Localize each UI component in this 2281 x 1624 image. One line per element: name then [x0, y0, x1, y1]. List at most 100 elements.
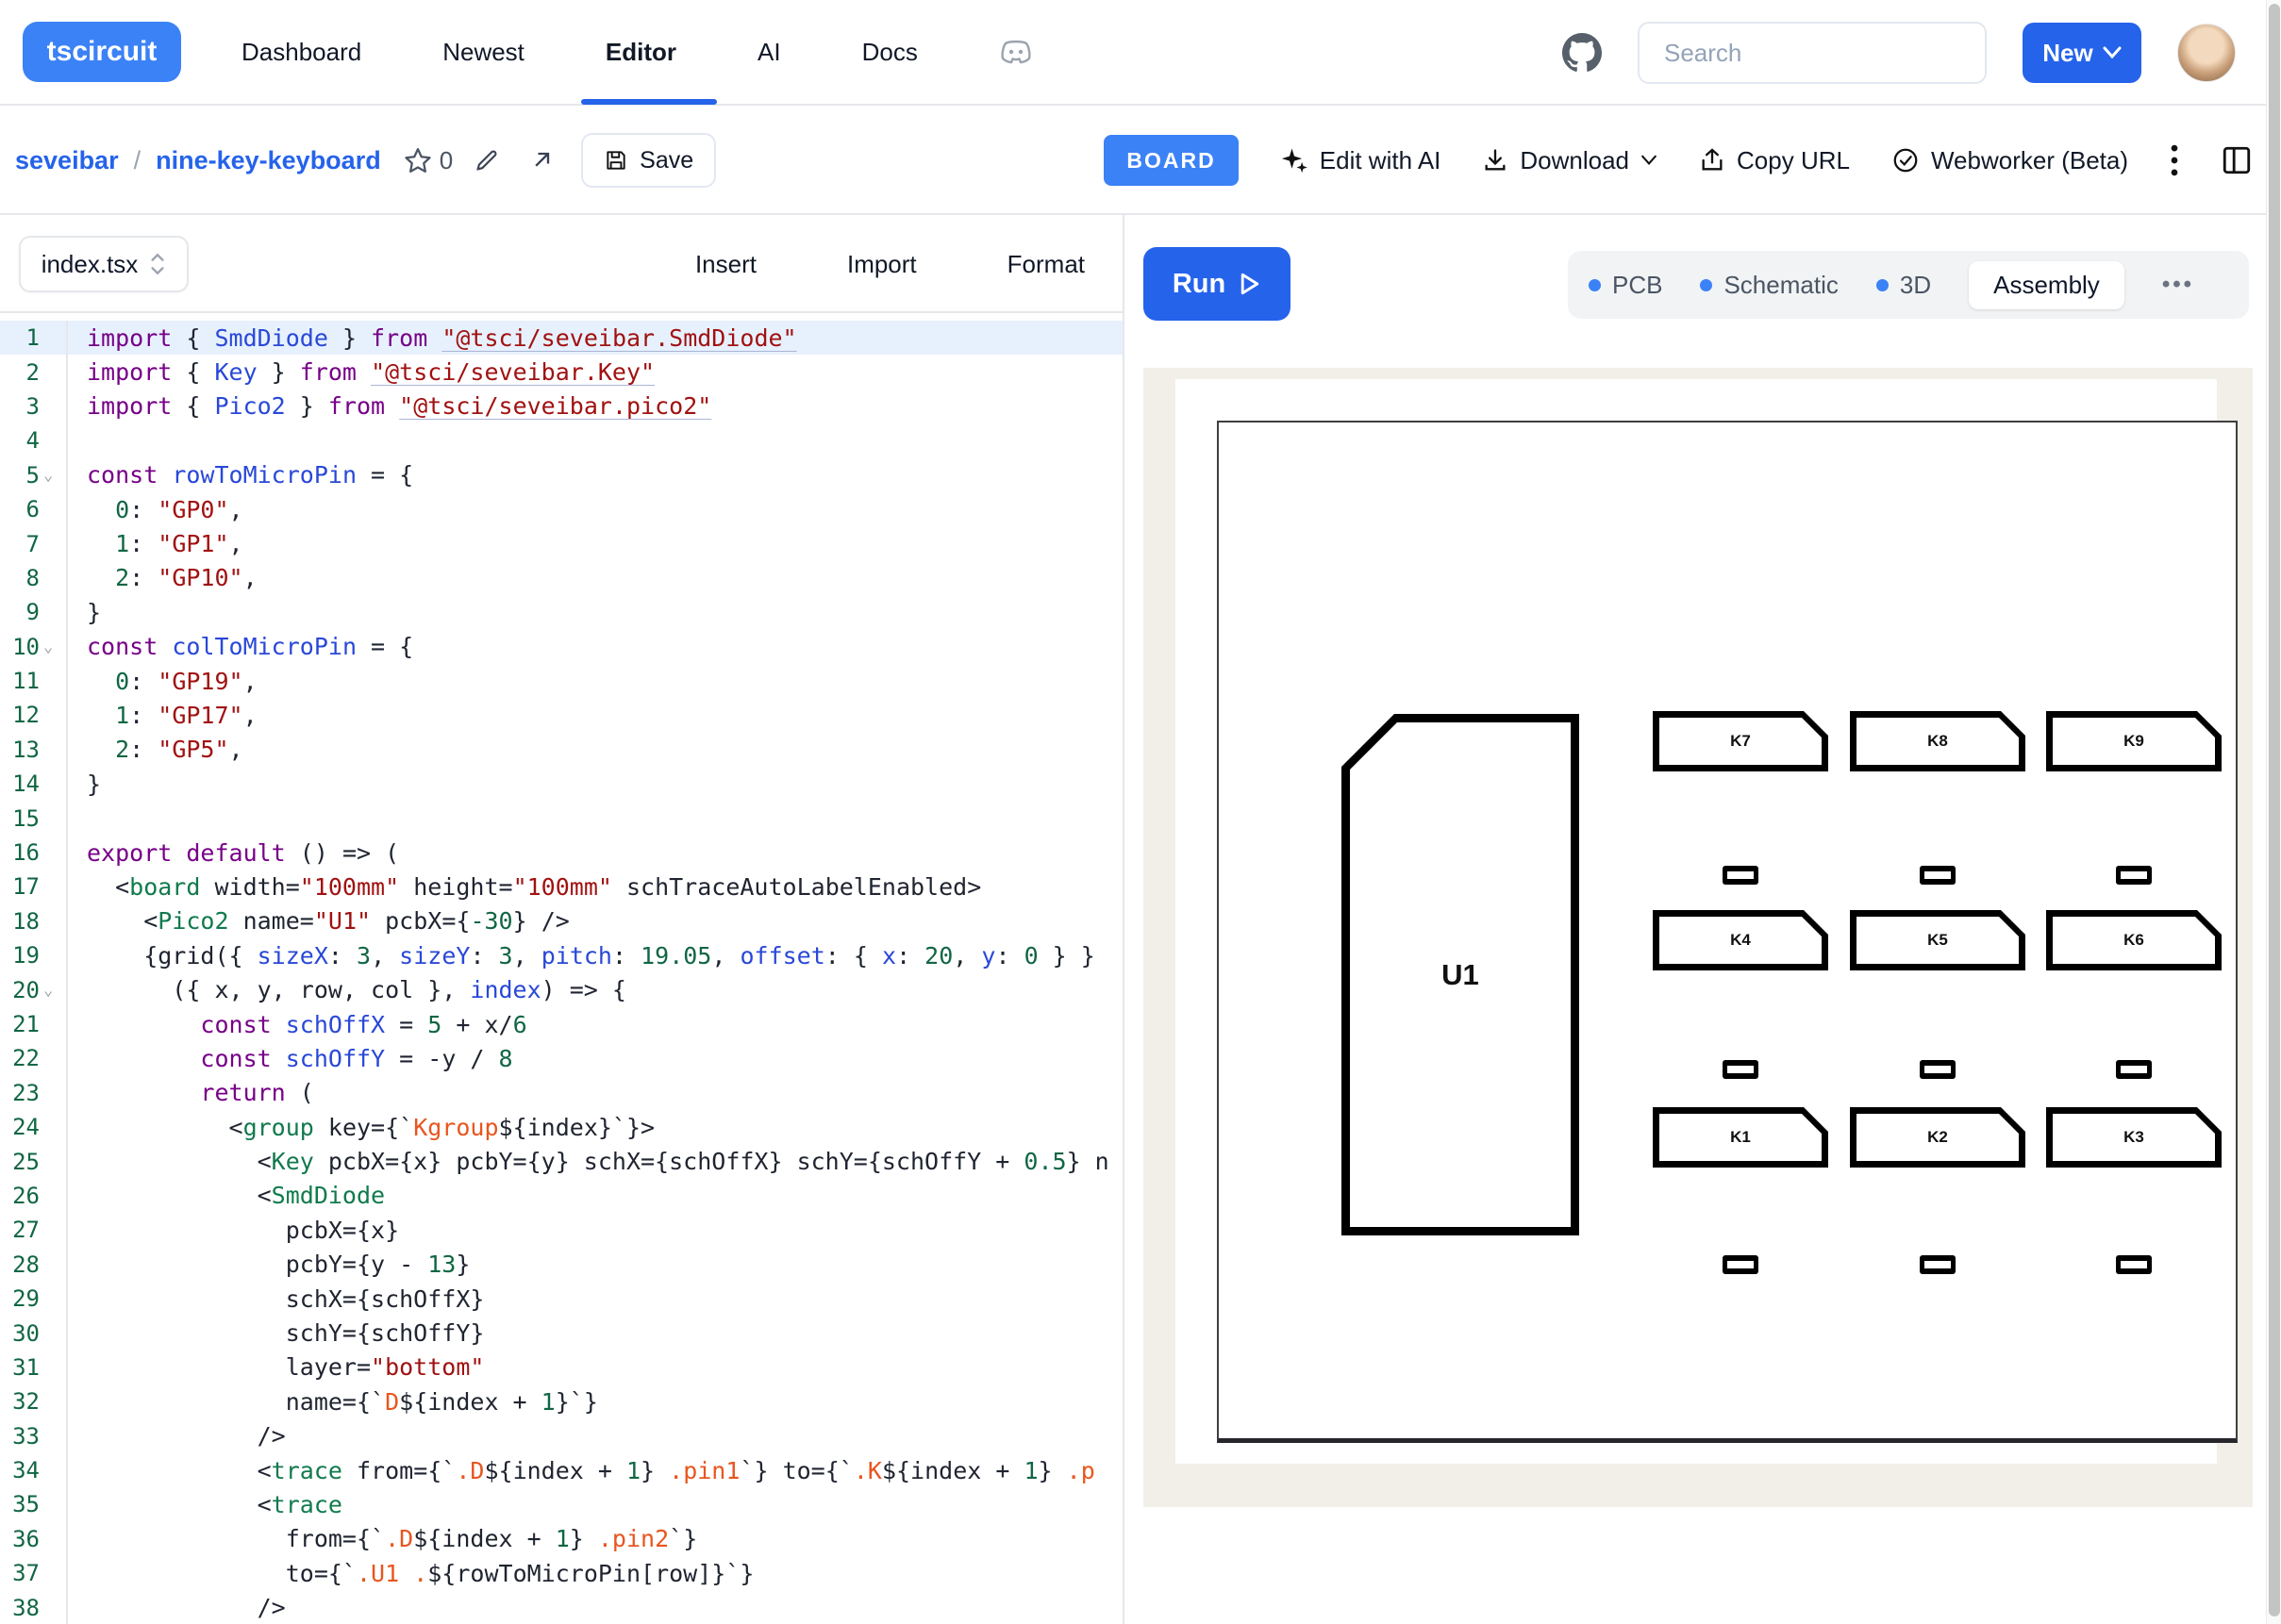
smd-diode[interactable] — [2116, 1255, 2152, 1274]
code-line-30[interactable]: 30 schY={schOffY} — [0, 1316, 1123, 1350]
code-line-31[interactable]: 31 layer="bottom" — [0, 1351, 1123, 1384]
copy-url-button[interactable]: Copy URL — [1699, 146, 1850, 175]
code-line-12[interactable]: 12 1: "GP17", — [0, 698, 1123, 732]
code-line-6[interactable]: 6 0: "GP0", — [0, 492, 1123, 526]
code-line-17[interactable]: 17 <board width="100mm" height="100mm" s… — [0, 870, 1123, 903]
tab-pcb[interactable]: PCB — [1589, 271, 1662, 300]
key-k6[interactable]: K6 — [2046, 910, 2222, 970]
github-icon[interactable] — [1562, 33, 1602, 73]
smd-diode[interactable] — [1920, 1060, 1956, 1079]
code-line-14[interactable]: 14} — [0, 767, 1123, 801]
code-line-25[interactable]: 25 <Key pcbX={x} pcbY={y} schX={schOffX}… — [0, 1144, 1123, 1178]
nav-ai[interactable]: AI — [758, 38, 781, 67]
code-line-10[interactable]: 10⌄const colToMicroPin = { — [0, 630, 1123, 664]
code-line-26[interactable]: 26 <SmdDiode — [0, 1179, 1123, 1213]
key-k4[interactable]: K4 — [1653, 910, 1828, 970]
breadcrumb-owner[interactable]: seveibar — [15, 146, 119, 175]
save-button[interactable]: Save — [581, 133, 716, 188]
smd-diode[interactable] — [2116, 866, 2152, 885]
nav-newest[interactable]: Newest — [442, 38, 524, 67]
tabs-more-button[interactable]: ••• — [2162, 272, 2194, 298]
tab-3d[interactable]: 3D — [1876, 271, 1931, 300]
code-line-11[interactable]: 11 0: "GP19", — [0, 664, 1123, 698]
code-line-32[interactable]: 32 name={`D${index + 1}`} — [0, 1384, 1123, 1418]
nav-dashboard[interactable]: Dashboard — [241, 38, 361, 67]
nav-docs[interactable]: Docs — [862, 38, 918, 67]
code-line-5[interactable]: 5⌄const rowToMicroPin = { — [0, 458, 1123, 492]
tab-schematic[interactable]: Schematic — [1700, 271, 1838, 300]
tab-assembly-label: Assembly — [1993, 271, 2100, 300]
key-k5[interactable]: K5 — [1850, 910, 2025, 970]
code-line-15[interactable]: 15 — [0, 801, 1123, 835]
code-line-20[interactable]: 20⌄ ({ x, y, row, col }, index) => { — [0, 972, 1123, 1006]
breadcrumb-project[interactable]: nine-key-keyboard — [156, 146, 381, 175]
menu-insert[interactable]: Insert — [695, 250, 757, 279]
code-line-21[interactable]: 21 const schOffX = 5 + x/6 — [0, 1007, 1123, 1041]
fold-chevron-icon[interactable]: ⌄ — [43, 638, 60, 656]
avatar[interactable] — [2177, 24, 2236, 82]
code-line-4[interactable]: 4 — [0, 423, 1123, 457]
smd-diode[interactable] — [1723, 1060, 1758, 1079]
board-badge[interactable]: BOARD — [1104, 135, 1238, 186]
smd-diode[interactable] — [1920, 866, 1956, 885]
code-line-19[interactable]: 19 {grid({ sizeX: 3, sizeY: 3, pitch: 19… — [0, 938, 1123, 972]
code-line-7[interactable]: 7 1: "GP1", — [0, 526, 1123, 560]
discord-icon[interactable] — [999, 38, 1033, 66]
scrollbar-thumb[interactable] — [2269, 4, 2280, 1616]
smd-diode[interactable] — [2116, 1060, 2152, 1079]
file-select[interactable]: index.tsx — [19, 236, 189, 292]
star-button[interactable]: 0 — [404, 146, 453, 175]
fold-chevron-icon[interactable]: ⌄ — [43, 466, 60, 485]
code-line-28[interactable]: 28 pcbY={y - 13} — [0, 1248, 1123, 1282]
code-line-13[interactable]: 13 2: "GP5", — [0, 733, 1123, 767]
code-line-27[interactable]: 27 pcbX={x} — [0, 1213, 1123, 1247]
page-scrollbar[interactable] — [2266, 0, 2281, 1624]
key-k1[interactable]: K1 — [1653, 1107, 1828, 1168]
open-external-button[interactable] — [528, 147, 555, 174]
key-k9[interactable]: K9 — [2046, 711, 2222, 771]
edit-with-ai-button[interactable]: Edit with AI — [1280, 146, 1441, 175]
code-line-35[interactable]: 35 <trace — [0, 1487, 1123, 1521]
panel-layout-button[interactable] — [2221, 144, 2253, 176]
code-line-33[interactable]: 33 /> — [0, 1419, 1123, 1453]
key-k8[interactable]: K8 — [1850, 711, 2025, 771]
code-line-36[interactable]: 36 from={`.D${index + 1} .pin2`} — [0, 1522, 1123, 1556]
run-button[interactable]: Run — [1143, 247, 1290, 321]
key-k3[interactable]: K3 — [2046, 1107, 2222, 1168]
download-button[interactable]: Download — [1482, 146, 1657, 175]
code-line-9[interactable]: 9} — [0, 595, 1123, 629]
tscircuit-logo[interactable]: tscircuit — [23, 22, 181, 82]
key-k7[interactable]: K7 — [1653, 711, 1828, 771]
code-line-38[interactable]: 38 /> — [0, 1590, 1123, 1624]
chip-u1[interactable]: U1 — [1341, 714, 1579, 1235]
fold-chevron-icon[interactable]: ⌄ — [43, 981, 60, 1000]
assembly-canvas[interactable]: U1 K7 K8 K9 K4 K5 K6 K1 K2 K3 — [1143, 368, 2253, 1507]
code-line-1[interactable]: 1import { SmdDiode } from "@tsci/seveiba… — [0, 321, 1123, 355]
tab-assembly[interactable]: Assembly — [1969, 261, 2124, 309]
code-line-16[interactable]: 16export default () => ( — [0, 836, 1123, 870]
code-line-2[interactable]: 2import { Key } from "@tsci/seveibar.Key… — [0, 355, 1123, 389]
nav-editor[interactable]: Editor — [606, 38, 676, 67]
smd-diode[interactable] — [1920, 1255, 1956, 1274]
key-k2[interactable]: K2 — [1850, 1107, 2025, 1168]
pcb-dot-icon — [1589, 279, 1601, 291]
code-line-22[interactable]: 22 const schOffY = -y / 8 — [0, 1041, 1123, 1075]
smd-diode[interactable] — [1723, 866, 1758, 885]
new-button[interactable]: New — [2023, 23, 2141, 83]
webworker-toggle[interactable]: Webworker (Beta) — [1891, 146, 2128, 175]
smd-diode[interactable] — [1723, 1255, 1758, 1274]
code-line-29[interactable]: 29 schX={schOffX} — [0, 1282, 1123, 1316]
more-options-button[interactable] — [2170, 143, 2179, 177]
code-line-24[interactable]: 24 <group key={`Kgroup${index}`}> — [0, 1110, 1123, 1144]
menu-format[interactable]: Format — [1007, 250, 1085, 279]
code-line-3[interactable]: 3import { Pico2 } from "@tsci/seveibar.p… — [0, 389, 1123, 423]
code-line-23[interactable]: 23 return ( — [0, 1076, 1123, 1110]
rename-button[interactable] — [474, 147, 500, 174]
code-line-18[interactable]: 18 <Pico2 name="U1" pcbX={-30} /> — [0, 904, 1123, 938]
code-line-37[interactable]: 37 to={`.U1 .${rowToMicroPin[row]}`} — [0, 1556, 1123, 1590]
code-line-34[interactable]: 34 <trace from={`.D${index + 1} .pin1`} … — [0, 1453, 1123, 1487]
menu-import[interactable]: Import — [847, 250, 917, 279]
code-area[interactable]: 1import { SmdDiode } from "@tsci/seveiba… — [0, 315, 1123, 1624]
search-input[interactable] — [1638, 22, 1987, 84]
code-line-8[interactable]: 8 2: "GP10", — [0, 561, 1123, 595]
